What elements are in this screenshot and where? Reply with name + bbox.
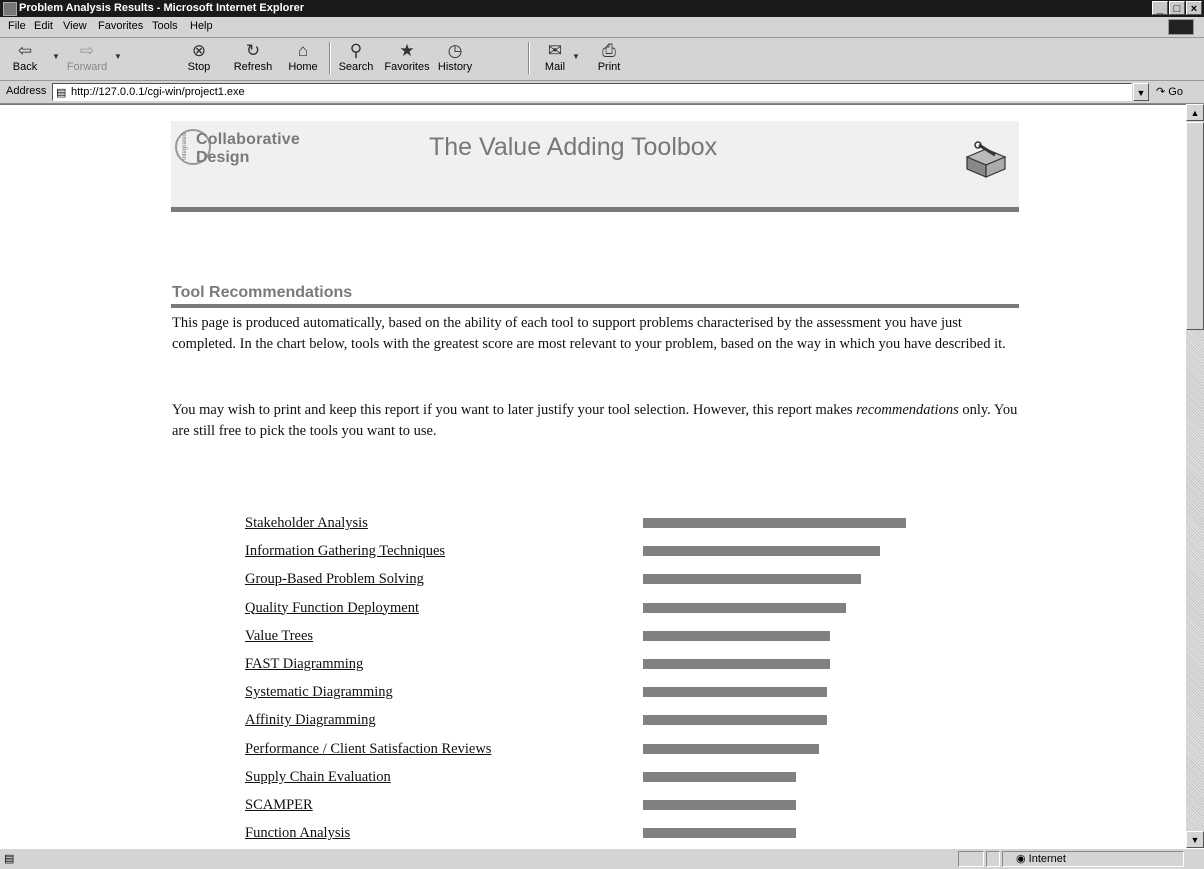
tool-link[interactable]: Quality Function Deployment (245, 600, 419, 616)
tool-link[interactable]: Affinity Diagramming (245, 712, 376, 728)
search-button[interactable]: ⚲ Search (333, 41, 379, 77)
score-bar (643, 602, 846, 613)
refresh-icon: ↻ (245, 41, 261, 60)
logo-text-line2: Design (196, 149, 250, 166)
section-divider (171, 304, 1019, 308)
address-dropdown-icon[interactable]: ▼ (1133, 83, 1149, 101)
score-bar (643, 630, 830, 641)
menu-view[interactable]: View (63, 20, 87, 32)
status-bar: ▤ ◉ Internet (0, 848, 1204, 869)
tool-link[interactable]: Value Trees (245, 628, 313, 644)
tool-link[interactable]: Function Analysis (245, 825, 350, 841)
history-icon: ◷ (447, 41, 463, 60)
tool-link[interactable]: Stakeholder Analysis (245, 515, 368, 531)
forward-arrow-icon: ⇨ (79, 41, 95, 60)
home-button[interactable]: ⌂ Home (280, 41, 326, 77)
score-bar (643, 687, 827, 698)
toolbar-separator (329, 42, 331, 74)
menu-file[interactable]: File (8, 20, 26, 32)
tool-link[interactable]: Group-Based Problem Solving (245, 571, 424, 587)
score-bar (643, 715, 827, 726)
favorites-icon: ★ (399, 41, 415, 60)
address-input[interactable]: ▤ http://127.0.0.1/cgi-win/project1.exe (52, 83, 1132, 101)
security-zone: ◉ Internet (1016, 853, 1066, 865)
stop-icon: ⊗ (191, 41, 207, 60)
banner-title: The Value Adding Toolbox (429, 133, 718, 161)
back-dropdown-icon[interactable]: ▼ (52, 52, 60, 61)
window-controls: _ □ × (1152, 1, 1202, 15)
menu-edit[interactable]: Edit (34, 20, 53, 32)
tool-link[interactable]: FAST Diagramming (245, 656, 363, 672)
window-title: Problem Analysis Results - Microsoft Int… (19, 2, 305, 14)
score-bar (643, 771, 796, 782)
disclaimer-paragraph: You may wish to print and keep this repo… (172, 402, 1018, 439)
favorites-button[interactable]: ★ Favorites (384, 41, 430, 77)
home-icon: ⌂ (297, 41, 309, 60)
tool-link[interactable]: Information Gathering Techniques (245, 543, 445, 559)
toolbox-icon (965, 141, 1007, 178)
globe-icon: ◉ (1016, 853, 1026, 865)
address-url[interactable]: http://127.0.0.1/cgi-win/project1.exe (71, 85, 245, 99)
intro-paragraph: This page is produced automatically, bas… (172, 315, 1006, 352)
tool-link[interactable]: Performance / Client Satisfaction Review… (245, 741, 491, 757)
banner-divider (171, 207, 1019, 212)
score-bar (643, 546, 880, 557)
menu-bar: File Edit View Favorites Tools Help (0, 17, 1204, 38)
address-label: Address (6, 85, 47, 97)
page-viewport: integrated Collaborative Design The Valu… (0, 104, 1186, 849)
score-bar (643, 574, 861, 585)
page-done-icon: ▤ (4, 853, 15, 865)
go-button[interactable]: ↷ Go (1156, 85, 1183, 98)
ie-app-icon (3, 2, 17, 16)
minimize-button[interactable]: _ (1152, 1, 1168, 15)
back-button[interactable]: ⇦ Back (2, 41, 48, 77)
score-bar (643, 659, 830, 669)
back-arrow-icon: ⇦ (17, 41, 33, 60)
score-bar (643, 828, 796, 839)
search-icon: ⚲ (349, 41, 363, 60)
window-title-bar[interactable]: Problem Analysis Results - Microsoft Int… (0, 0, 1204, 17)
standard-toolbar: ⇦ Back ▼ ⇨ Forward ▼ ⊗ Stop ↻ Refresh ⌂ … (0, 38, 1204, 81)
forward-button[interactable]: ⇨ Forward (64, 41, 110, 77)
tool-link[interactable]: Supply Chain Evaluation (245, 769, 391, 785)
print-button[interactable]: ⎙ Print (586, 41, 632, 77)
menu-favorites[interactable]: Favorites (98, 20, 143, 32)
mail-dropdown-icon[interactable]: ▼ (572, 52, 580, 61)
toolbar-separator (528, 42, 530, 74)
tool-link[interactable]: SCAMPER (245, 797, 313, 813)
menu-help[interactable]: Help (190, 20, 213, 32)
stop-button[interactable]: ⊗ Stop (176, 41, 222, 77)
tool-link[interactable]: Systematic Diagramming (245, 684, 393, 700)
status-pane (958, 851, 984, 867)
history-button[interactable]: ◷ History (432, 41, 478, 77)
address-bar: Address ▤ http://127.0.0.1/cgi-win/proje… (0, 81, 1204, 104)
menu-tools[interactable]: Tools (152, 20, 178, 32)
logo-side-text: integrated (182, 133, 188, 160)
maximize-button[interactable]: □ (1169, 1, 1185, 15)
status-pane (986, 851, 1000, 867)
recommendations-emphasis: recommendations (856, 402, 959, 418)
go-arrow-icon: ↷ (1156, 86, 1166, 98)
refresh-button[interactable]: ↻ Refresh (230, 41, 276, 77)
page-icon: ▤ (56, 87, 67, 99)
forward-dropdown-icon[interactable]: ▼ (114, 52, 122, 61)
score-bar (643, 518, 906, 528)
print-icon: ⎙ (602, 41, 616, 60)
section-title: Tool Recommendations (172, 284, 353, 301)
scroll-down-icon[interactable]: ▼ (1186, 831, 1204, 848)
vertical-scrollbar[interactable]: ▲ ▼ (1186, 104, 1204, 848)
score-bar (643, 800, 796, 810)
site-banner: integrated Collaborative Design The Valu… (171, 121, 1019, 212)
logo-text-line1: Collaborative (196, 131, 300, 148)
close-button[interactable]: × (1186, 1, 1202, 15)
score-bar (643, 743, 819, 754)
windows-logo-icon (1168, 19, 1194, 35)
scroll-up-icon[interactable]: ▲ (1186, 104, 1204, 121)
scroll-thumb[interactable] (1186, 122, 1204, 330)
